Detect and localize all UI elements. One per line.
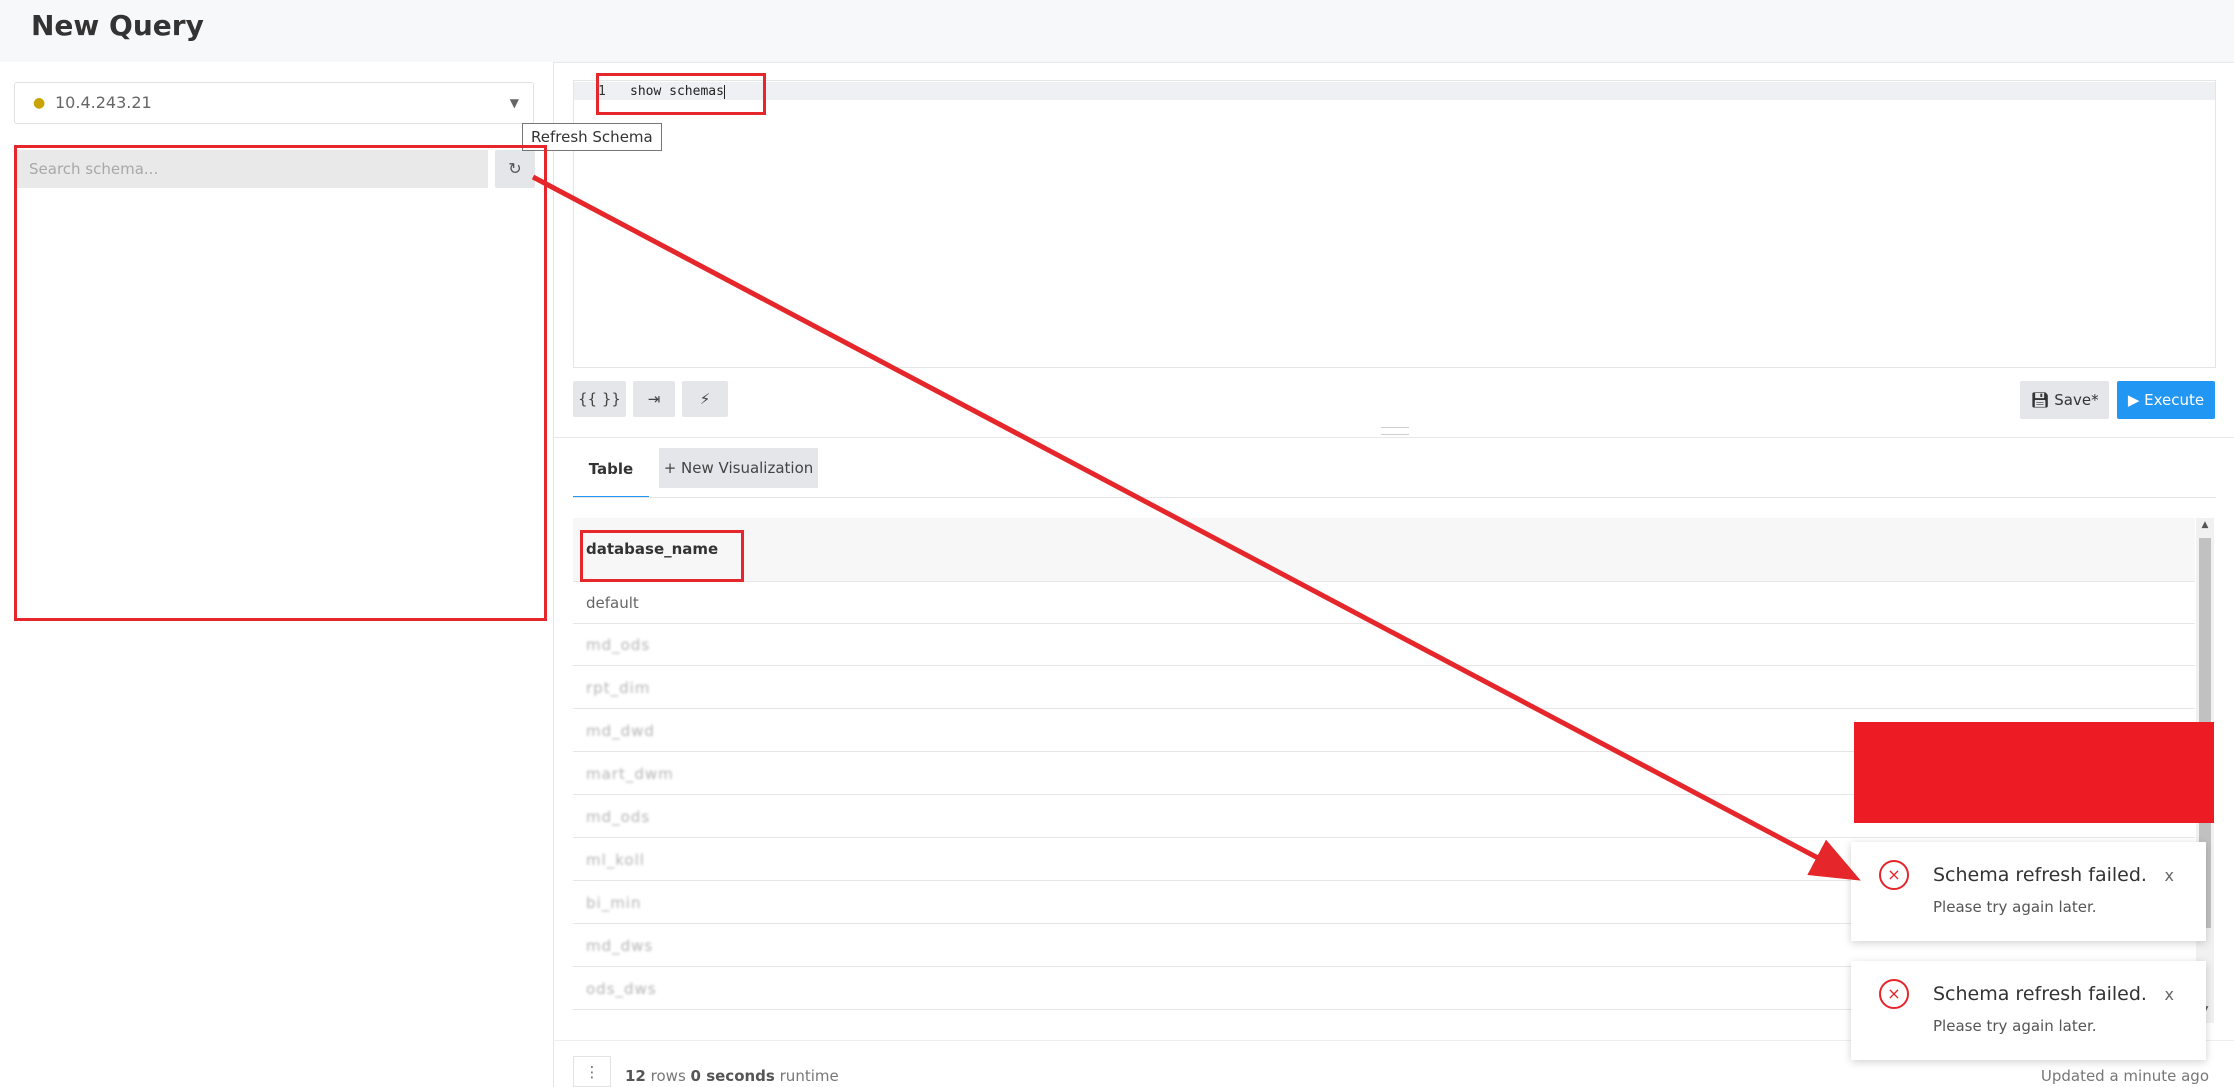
table-cell: mart_dwm	[586, 765, 674, 783]
query-page: New Query ● 10.4.243.21 ▼ ↻ Refresh Sche…	[0, 0, 2234, 1087]
updated-timestamp: Updated a minute ago	[2040, 1067, 2209, 1085]
save-button[interactable]: 💾︎ Save*	[2020, 381, 2109, 419]
kebab-icon: ⋮	[584, 1063, 600, 1081]
table-cell: ods_dws	[586, 980, 657, 998]
scroll-up-icon[interactable]: ▲	[2196, 520, 2214, 536]
divider	[553, 437, 2234, 438]
query-editor[interactable]: 1 show schemas	[573, 80, 2216, 368]
error-circle-icon: ×	[1879, 979, 1909, 1009]
page-header: New Query	[0, 0, 2234, 63]
chevron-down-icon: ▼	[509, 96, 519, 110]
toast-message: Please try again later.	[1933, 1017, 2097, 1035]
runtime-word: runtime	[779, 1067, 839, 1085]
editor-resize-handle[interactable]	[1381, 427, 1409, 435]
page-title: New Query	[31, 9, 204, 42]
bolt-icon: ⚡︎	[699, 390, 711, 408]
floppy-disk-icon: 💾︎	[2030, 391, 2050, 409]
row-count: 12 rows 0 seconds runtime	[625, 1067, 839, 1085]
execute-label: Execute	[2144, 391, 2205, 409]
toast-title: Schema refresh failed.	[1933, 864, 2147, 886]
table-cell: md_dwd	[586, 722, 655, 740]
error-toast: × Schema refresh failed. Please try agai…	[1851, 961, 2206, 1060]
play-icon: ▶	[2127, 391, 2140, 409]
table-row: default	[573, 582, 2195, 624]
toast-message: Please try again later.	[1933, 898, 2097, 916]
table-cell: default	[586, 594, 639, 612]
table-cell: md_dws	[586, 937, 654, 955]
save-label: Save*	[2054, 391, 2099, 409]
annotation-box	[596, 73, 766, 115]
close-icon[interactable]: x	[2165, 985, 2174, 1004]
more-options-button[interactable]: ⋮	[573, 1056, 611, 1087]
datasource-select[interactable]: ● 10.4.243.21 ▼	[14, 82, 534, 124]
runtime-value: 0 seconds	[690, 1067, 775, 1085]
format-query-button[interactable]: ⇥	[633, 381, 675, 417]
parameter-label: {{ }}	[578, 390, 621, 408]
table-row: rpt_dim	[573, 667, 2195, 709]
execute-button[interactable]: ▶ Execute	[2117, 381, 2215, 419]
table-cell: bi_min	[586, 894, 642, 912]
row-count-value: 12	[625, 1067, 646, 1085]
table-row: md_ods	[573, 624, 2195, 666]
add-parameter-button[interactable]: {{ }}	[573, 381, 626, 417]
autocomplete-button[interactable]: ⚡︎	[682, 381, 728, 417]
error-toast: × Schema refresh failed. Please try agai…	[1851, 842, 2206, 941]
annotation-box	[580, 530, 744, 582]
tabs-divider	[573, 497, 2216, 498]
error-circle-icon: ×	[1879, 860, 1909, 890]
toast-title: Schema refresh failed.	[1933, 983, 2147, 1005]
indent-icon: ⇥	[647, 390, 661, 408]
table-header: database_name	[573, 518, 2195, 582]
table-cell: md_ods	[586, 636, 651, 654]
table-cell: md_ods	[586, 808, 651, 826]
table-cell: rpt_dim	[586, 679, 651, 697]
active-line	[574, 82, 2215, 100]
annotation-box	[14, 145, 547, 621]
datasource-label: 10.4.243.21	[55, 93, 152, 112]
new-visualization-button[interactable]: + New Visualization	[659, 448, 818, 488]
rows-word: rows	[650, 1067, 686, 1085]
table-cell: ml_koll	[586, 851, 645, 869]
tab-table[interactable]: Table	[573, 448, 649, 498]
redaction-block	[1854, 722, 2214, 823]
hive-icon: ●	[33, 95, 46, 111]
close-icon[interactable]: x	[2165, 866, 2174, 885]
